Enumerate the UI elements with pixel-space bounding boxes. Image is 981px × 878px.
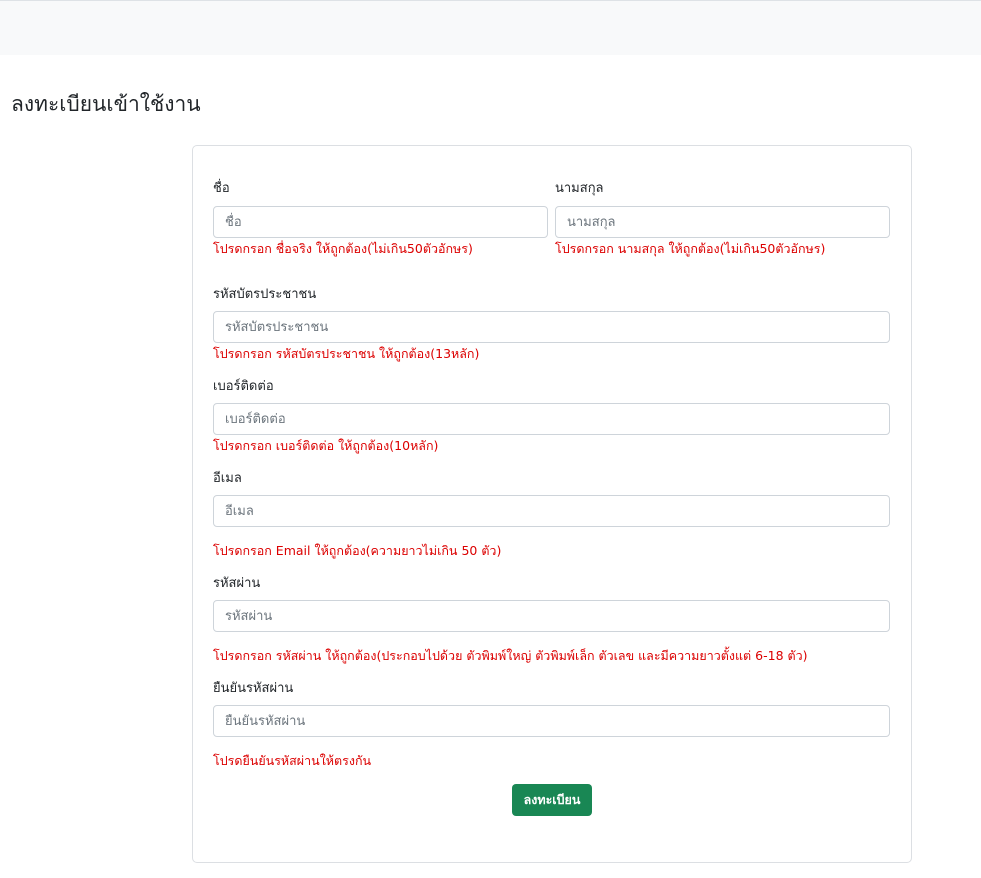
phone-input[interactable]: [213, 403, 890, 435]
last-name-input[interactable]: [555, 206, 890, 238]
id-card-input[interactable]: [213, 311, 890, 343]
top-navbar: [0, 0, 981, 55]
first-name-input[interactable]: [213, 206, 548, 238]
password-error: โปรดกรอก รหัสผ่าน ให้ถูกต้อง(ประกอบไปด้ว…: [213, 648, 808, 663]
registration-form: ชื่อ โปรดกรอก ชื่อจริง ให้ถูกต้อง(ไม่เกิ…: [192, 145, 912, 863]
email-error: โปรดกรอก Email ให้ถูกต้อง(ความยาวไม่เกิน…: [213, 543, 502, 558]
id-card-label: รหัสบัตรประชาชน: [213, 287, 317, 302]
last-name-error: โปรดกรอก นามสกุล ให้ถูกต้อง(ไม่เกิน50ตัว…: [555, 241, 826, 256]
email-input[interactable]: [213, 495, 890, 527]
email-label: อีเมล: [213, 471, 242, 486]
confirm-password-input[interactable]: [213, 705, 890, 737]
page-title: ลงทะเบียนเข้าใช้งาน: [11, 92, 201, 116]
phone-error: โปรดกรอก เบอร์ติดต่อ ให้ถูกต้อง(10หลัก): [213, 438, 439, 453]
phone-label: เบอร์ติดต่อ: [213, 379, 274, 394]
password-input[interactable]: [213, 600, 890, 632]
last-name-label: นามสกุล: [555, 181, 604, 196]
register-button[interactable]: ลงทะเบียน: [512, 784, 592, 816]
first-name-label: ชื่อ: [213, 181, 230, 196]
first-name-error: โปรดกรอก ชื่อจริง ให้ถูกต้อง(ไม่เกิน50ตั…: [213, 241, 473, 256]
id-card-error: โปรดกรอก รหัสบัตรประชาชน ให้ถูกต้อง(13หล…: [213, 346, 480, 361]
confirm-password-label: ยืนยันรหัสผ่าน: [213, 681, 294, 696]
password-label: รหัสผ่าน: [213, 576, 261, 591]
confirm-password-error: โปรดยืนยันรหัสผ่านให้ตรงกัน: [213, 753, 372, 768]
